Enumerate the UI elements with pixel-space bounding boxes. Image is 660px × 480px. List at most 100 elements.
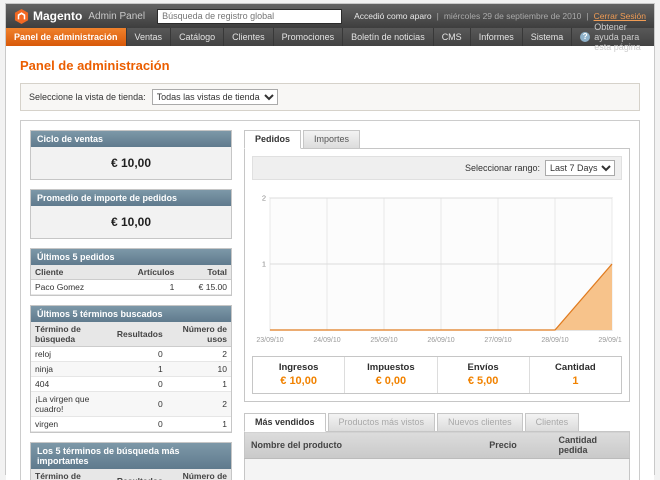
current-date: miércoles 29 de septiembre de 2010	[444, 11, 582, 21]
col-header-termino: Término de búsqueda	[31, 322, 113, 347]
range-label: Seleccionar rango:	[465, 163, 540, 173]
stat-ingresos: Ingresos € 10,00	[253, 357, 345, 393]
stat-envios: Envíos € 5,00	[438, 357, 530, 393]
col-header-resultados: Resultados	[113, 469, 167, 480]
col-header-total: Total	[178, 265, 231, 280]
nav-item-informes[interactable]: Informes	[471, 28, 523, 46]
table-row[interactable]: reloj 0 2	[31, 347, 231, 362]
store-view-label: Seleccione la vista de tienda:	[29, 92, 146, 102]
top-search-terms-block: Los 5 términos de búsqueda más important…	[30, 442, 232, 480]
store-view-select[interactable]: Todas las vistas de tienda	[152, 89, 278, 105]
logo-subtext: Admin Panel	[88, 11, 145, 22]
page-help-link[interactable]: ? Obtener ayuda para esta página	[572, 28, 654, 46]
svg-text:27/09/10: 27/09/10	[484, 337, 511, 344]
empty-message: No se encontraron registros.	[245, 459, 630, 480]
nav-item-sistema[interactable]: Sistema	[523, 28, 573, 46]
separator: |	[586, 11, 588, 21]
table-row[interactable]: Paco Gomez 1 € 15.00	[31, 280, 231, 295]
col-header-articulos: Artículos	[114, 265, 179, 280]
bestsellers-table: Nombre del producto Precio Cantidad pedi…	[244, 431, 630, 480]
block-title: Promedio de importe de pedidos	[31, 190, 231, 206]
logo-text: Magento	[33, 9, 82, 23]
dashboard-left-column: Ciclo de ventas € 10,00 Promedio de impo…	[30, 130, 232, 480]
session-info: Accedió como aparo | miércoles 29 de sep…	[354, 11, 646, 21]
svg-text:1: 1	[262, 260, 266, 269]
nav-item-catalogo[interactable]: Catálogo	[171, 28, 224, 46]
nav-item-promociones[interactable]: Promociones	[274, 28, 344, 46]
svg-text:2: 2	[262, 194, 266, 203]
svg-text:26/09/10: 26/09/10	[427, 337, 454, 344]
magento-admin-app: Magento Admin Panel Accedió como aparo |…	[5, 3, 655, 475]
col-header-producto: Nombre del producto	[245, 432, 484, 459]
table-row[interactable]: 404 0 1	[31, 377, 231, 392]
table-row[interactable]: ¡La virgen que cuadro! 0 2	[31, 392, 231, 417]
orders-area-chart: 23/09/10 24/09/10 25/09/10 26/09/10 27/09/10…	[252, 188, 622, 346]
svg-text:24/09/10: 24/09/10	[313, 337, 340, 344]
magento-logo[interactable]: Magento Admin Panel	[14, 9, 145, 24]
page-content: Panel de administración Seleccione la vi…	[6, 46, 654, 480]
last-search-terms-block: Últimos 5 términos buscados Término de b…	[30, 305, 232, 433]
col-header-precio: Precio	[483, 432, 552, 459]
block-title: Los 5 términos de búsqueda más important…	[31, 443, 231, 469]
page-title: Panel de administración	[20, 58, 640, 73]
block-title: Ciclo de ventas	[31, 131, 231, 147]
top-search-terms-table: Término de búsqueda Resultados Número de…	[31, 469, 231, 480]
svg-text:25/09/10: 25/09/10	[370, 337, 397, 344]
last-search-terms-table: Término de búsqueda Resultados Número de…	[31, 322, 231, 432]
last-orders-block: Últimos 5 pedidos Cliente Artículos Tota…	[30, 248, 232, 296]
magento-logo-icon	[14, 9, 29, 24]
global-search-wrap	[153, 9, 346, 24]
nav-item-boletin[interactable]: Boletín de noticias	[343, 28, 434, 46]
help-icon: ?	[580, 32, 590, 42]
svg-text:23/09/10: 23/09/10	[256, 337, 283, 344]
top-header: Magento Admin Panel Accedió como aparo |…	[6, 4, 654, 28]
totals-bar: Ingresos € 10,00 Impuestos € 0,00 Envíos…	[252, 356, 622, 394]
stat-cantidad: Cantidad 1	[530, 357, 621, 393]
chart-tabs: Pedidos Importes	[244, 130, 630, 149]
nav-item-clientes[interactable]: Clientes	[224, 28, 274, 46]
svg-text:29/09/10: 29/09/10	[598, 337, 622, 344]
help-label: Obtener ayuda para esta página	[594, 22, 646, 52]
tab-productos-mas-vistos: Productos más vistos	[328, 413, 436, 432]
table-row[interactable]: ninja 1 10	[31, 362, 231, 377]
tab-clientes: Clientes	[525, 413, 580, 432]
store-view-switcher: Seleccione la vista de tienda: Todas las…	[20, 83, 640, 111]
stat-impuestos: Impuestos € 0,00	[345, 357, 437, 393]
last-orders-table: Cliente Artículos Total Paco Gomez 1 € 1…	[31, 265, 231, 295]
col-header-cantidad: Cantidad pedida	[552, 432, 629, 459]
orders-chart: 23/09/10 24/09/10 25/09/10 26/09/10 27/09/10…	[252, 186, 622, 350]
empty-row: No se encontraron registros.	[245, 459, 630, 480]
range-selector-bar: Seleccionar rango: Last 7 Days	[252, 156, 622, 180]
col-header-usos: Número de usos	[167, 469, 231, 480]
products-tabs: Más vendidos Productos más vistos Nuevos…	[244, 413, 630, 432]
block-title: Últimos 5 pedidos	[31, 249, 231, 265]
global-search-input[interactable]	[157, 9, 342, 24]
products-section: Más vendidos Productos más vistos Nuevos…	[244, 413, 630, 480]
lifetime-sales-block: Ciclo de ventas € 10,00	[30, 130, 232, 180]
tab-pedidos[interactable]: Pedidos	[244, 130, 301, 149]
average-orders-value: € 10,00	[31, 206, 231, 238]
table-row[interactable]: virgen 0 1	[31, 417, 231, 432]
col-header-termino: Término de búsqueda	[31, 469, 113, 480]
range-select[interactable]: Last 7 Days	[545, 160, 615, 176]
nav-item-dashboard[interactable]: Panel de administración	[6, 28, 127, 46]
col-header-cliente: Cliente	[31, 265, 114, 280]
main-nav: Panel de administración Ventas Catálogo …	[6, 28, 654, 46]
block-title: Últimos 5 términos buscados	[31, 306, 231, 322]
col-header-usos: Número de usos	[167, 322, 231, 347]
average-orders-block: Promedio de importe de pedidos € 10,00	[30, 189, 232, 239]
svg-text:28/09/10: 28/09/10	[541, 337, 568, 344]
orders-chart-panel: Seleccionar rango: Last 7 Days 23/09/102…	[244, 148, 630, 402]
lifetime-sales-value: € 10,00	[31, 147, 231, 179]
nav-item-ventas[interactable]: Ventas	[127, 28, 172, 46]
logout-link[interactable]: Cerrar Sesión	[594, 11, 646, 21]
separator: |	[437, 11, 439, 21]
dashboard-right-column: Pedidos Importes Seleccionar rango: Last…	[244, 130, 630, 480]
tab-nuevos-clientes: Nuevos clientes	[437, 413, 523, 432]
tab-importes[interactable]: Importes	[303, 130, 360, 149]
col-header-resultados: Resultados	[113, 322, 167, 347]
logged-in-as: Accedió como aparo	[354, 11, 432, 21]
dashboard-panel: Ciclo de ventas € 10,00 Promedio de impo…	[20, 120, 640, 480]
nav-item-cms[interactable]: CMS	[434, 28, 471, 46]
tab-mas-vendidos[interactable]: Más vendidos	[244, 413, 326, 432]
